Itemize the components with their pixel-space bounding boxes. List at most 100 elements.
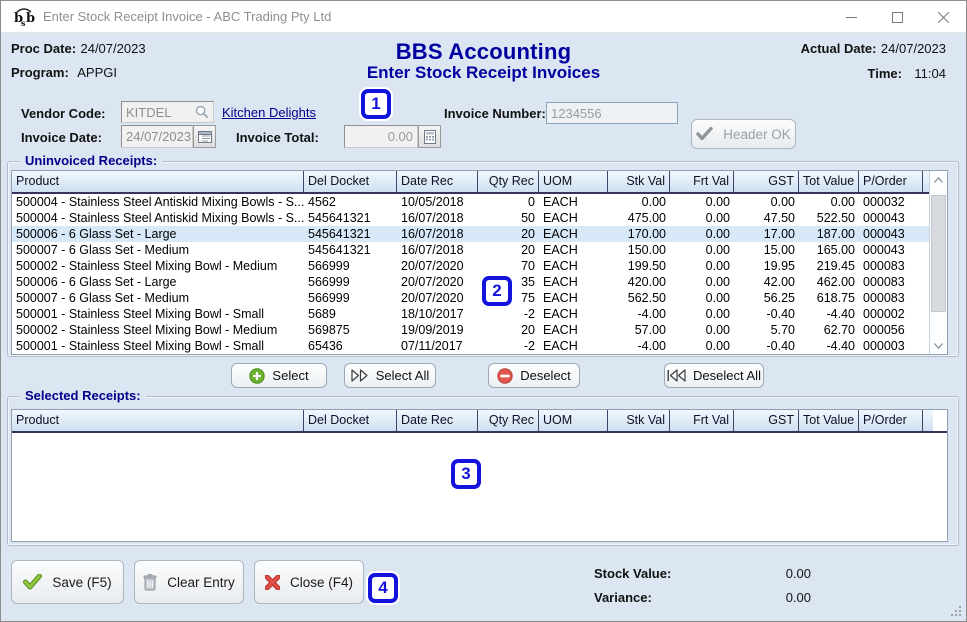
table-cell: -0.40 [734,338,799,354]
table-cell: 20/07/2020 [397,258,478,274]
column-header-gst[interactable]: GST [734,171,799,192]
table-cell: 500001 - Stainless Steel Mixing Bowl - S… [12,306,304,322]
save-button[interactable]: Save (F5) [11,560,124,604]
maximize-button[interactable] [874,1,920,33]
table-row[interactable]: 500002 - Stainless Steel Mixing Bowl - M… [12,322,929,338]
column-header-tot-value[interactable]: Tot Value [799,171,859,192]
invoice-total-input[interactable]: 0.00 [344,125,418,148]
column-header-p-order[interactable]: P/Order [859,171,923,192]
time-label: Time: [868,66,902,81]
uninvoiced-group-label: Uninvoiced Receipts: [20,153,162,168]
close-label: Close (F4) [290,575,353,590]
table-cell: 199.50 [608,258,670,274]
column-header-stk-val[interactable]: Stk Val [608,171,670,192]
table-cell: EACH [539,290,608,306]
select-all-label: Select All [376,368,429,383]
table-cell: 500007 - 6 Glass Set - Medium [12,242,304,258]
trash-bin-icon [143,574,157,591]
column-header-uom[interactable]: UOM [539,410,608,431]
column-header-del-docket[interactable]: Del Docket [304,171,397,192]
vendor-code-input[interactable]: KITDEL [121,101,214,123]
table-row[interactable]: 500007 - 6 Glass Set - Medium56699920/07… [12,290,929,306]
column-header-p-order[interactable]: P/Order [859,410,923,431]
column-header-gst[interactable]: GST [734,410,799,431]
invoice-number-value: 1234556 [551,106,602,121]
table-row[interactable]: 500007 - 6 Glass Set - Medium54564132116… [12,242,929,258]
table-row[interactable]: 500006 - 6 Glass Set - Large56699920/07/… [12,274,929,290]
scroll-down-arrow[interactable] [930,337,947,354]
table-cell: 569875 [304,322,397,338]
close-window-button[interactable] [920,1,966,33]
invoice-number-input[interactable]: 1234556 [546,102,678,124]
check-icon [696,127,713,141]
table-cell: EACH [539,306,608,322]
table-cell: 62.70 [799,322,859,338]
table-cell: 0.00 [670,338,734,354]
scroll-thumb[interactable] [931,195,946,312]
close-button[interactable]: Close (F4) [254,560,364,604]
table-cell: 522.50 [799,210,859,226]
column-header-stk-val[interactable]: Stk Val [608,410,670,431]
table-cell: 20 [478,226,539,242]
table-row[interactable]: 500004 - Stainless Steel Antiskid Mixing… [12,194,929,210]
table-cell: 150.00 [608,242,670,258]
scroll-up-arrow[interactable] [930,171,947,188]
vendor-name-link[interactable]: Kitchen Delights [222,105,316,120]
invoice-date-input[interactable]: 24/07/2023 [121,125,193,148]
column-header-product[interactable]: Product [12,410,304,431]
select-all-button[interactable]: Select All [344,363,436,388]
header-ok-button[interactable]: Header OK [691,119,796,149]
table-cell: 0.00 [734,194,799,210]
annotation-4: 4 [368,573,398,603]
calculator-button[interactable] [418,125,441,148]
calendar-button[interactable] [193,125,216,148]
table-row[interactable]: 500002 - Stainless Steel Mixing Bowl - M… [12,258,929,274]
column-header-qty-rec[interactable]: Qty Rec [478,171,539,192]
deselect-all-button[interactable]: Deselect All [664,363,764,388]
table-cell: 462.00 [799,274,859,290]
table-cell: 57.00 [608,322,670,338]
deselect-button[interactable]: Deselect [488,363,580,388]
selected-group-label: Selected Receipts: [20,388,146,403]
table-cell: 0.00 [670,290,734,306]
minimize-button[interactable] [828,1,874,33]
column-header-product[interactable]: Product [12,171,304,192]
table-cell: EACH [539,210,608,226]
minus-circle-icon [497,368,513,384]
table-cell: EACH [539,242,608,258]
table-cell: -4.00 [608,306,670,322]
column-header-del-docket[interactable]: Del Docket [304,410,397,431]
invoice-number-label: Invoice Number: [444,106,546,121]
table-cell: 562.50 [608,290,670,306]
title-bar: b s b Enter Stock Receipt Invoice - ABC … [1,1,966,33]
actual-date-value: 24/07/2023 [881,41,946,56]
uninvoiced-scrollbar[interactable] [929,171,947,354]
table-cell: 20 [478,242,539,258]
table-cell: 475.00 [608,210,670,226]
column-header-qty-rec[interactable]: Qty Rec [478,410,539,431]
resize-grip-icon[interactable] [950,605,962,617]
table-row[interactable]: 500001 - Stainless Steel Mixing Bowl - S… [12,338,929,354]
table-cell: 618.75 [799,290,859,306]
column-header-frt-val[interactable]: Frt Val [670,171,734,192]
clear-entry-button[interactable]: Clear Entry [134,560,244,604]
stock-value-amount: 0.00 [741,566,811,581]
column-header-date-rec[interactable]: Date Rec [397,410,478,431]
table-cell: 15.00 [734,242,799,258]
save-check-icon [23,574,42,590]
column-header-tot-value[interactable]: Tot Value [799,410,859,431]
column-header-uom[interactable]: UOM [539,171,608,192]
select-button[interactable]: Select [231,363,327,388]
table-row[interactable]: 500004 - Stainless Steel Antiskid Mixing… [12,210,929,226]
table-cell: -2 [478,306,539,322]
invoice-total-value: 0.00 [388,129,413,144]
table-cell: 000083 [859,258,923,274]
column-header-frt-val[interactable]: Frt Val [670,410,734,431]
column-header-date-rec[interactable]: Date Rec [397,171,478,192]
table-cell: 000002 [859,306,923,322]
table-cell: 5.70 [734,322,799,338]
table-row[interactable]: 500001 - Stainless Steel Mixing Bowl - S… [12,306,929,322]
table-cell: 65436 [304,338,397,354]
search-icon[interactable] [195,105,209,119]
table-row[interactable]: 500006 - 6 Glass Set - Large54564132116/… [12,226,929,242]
